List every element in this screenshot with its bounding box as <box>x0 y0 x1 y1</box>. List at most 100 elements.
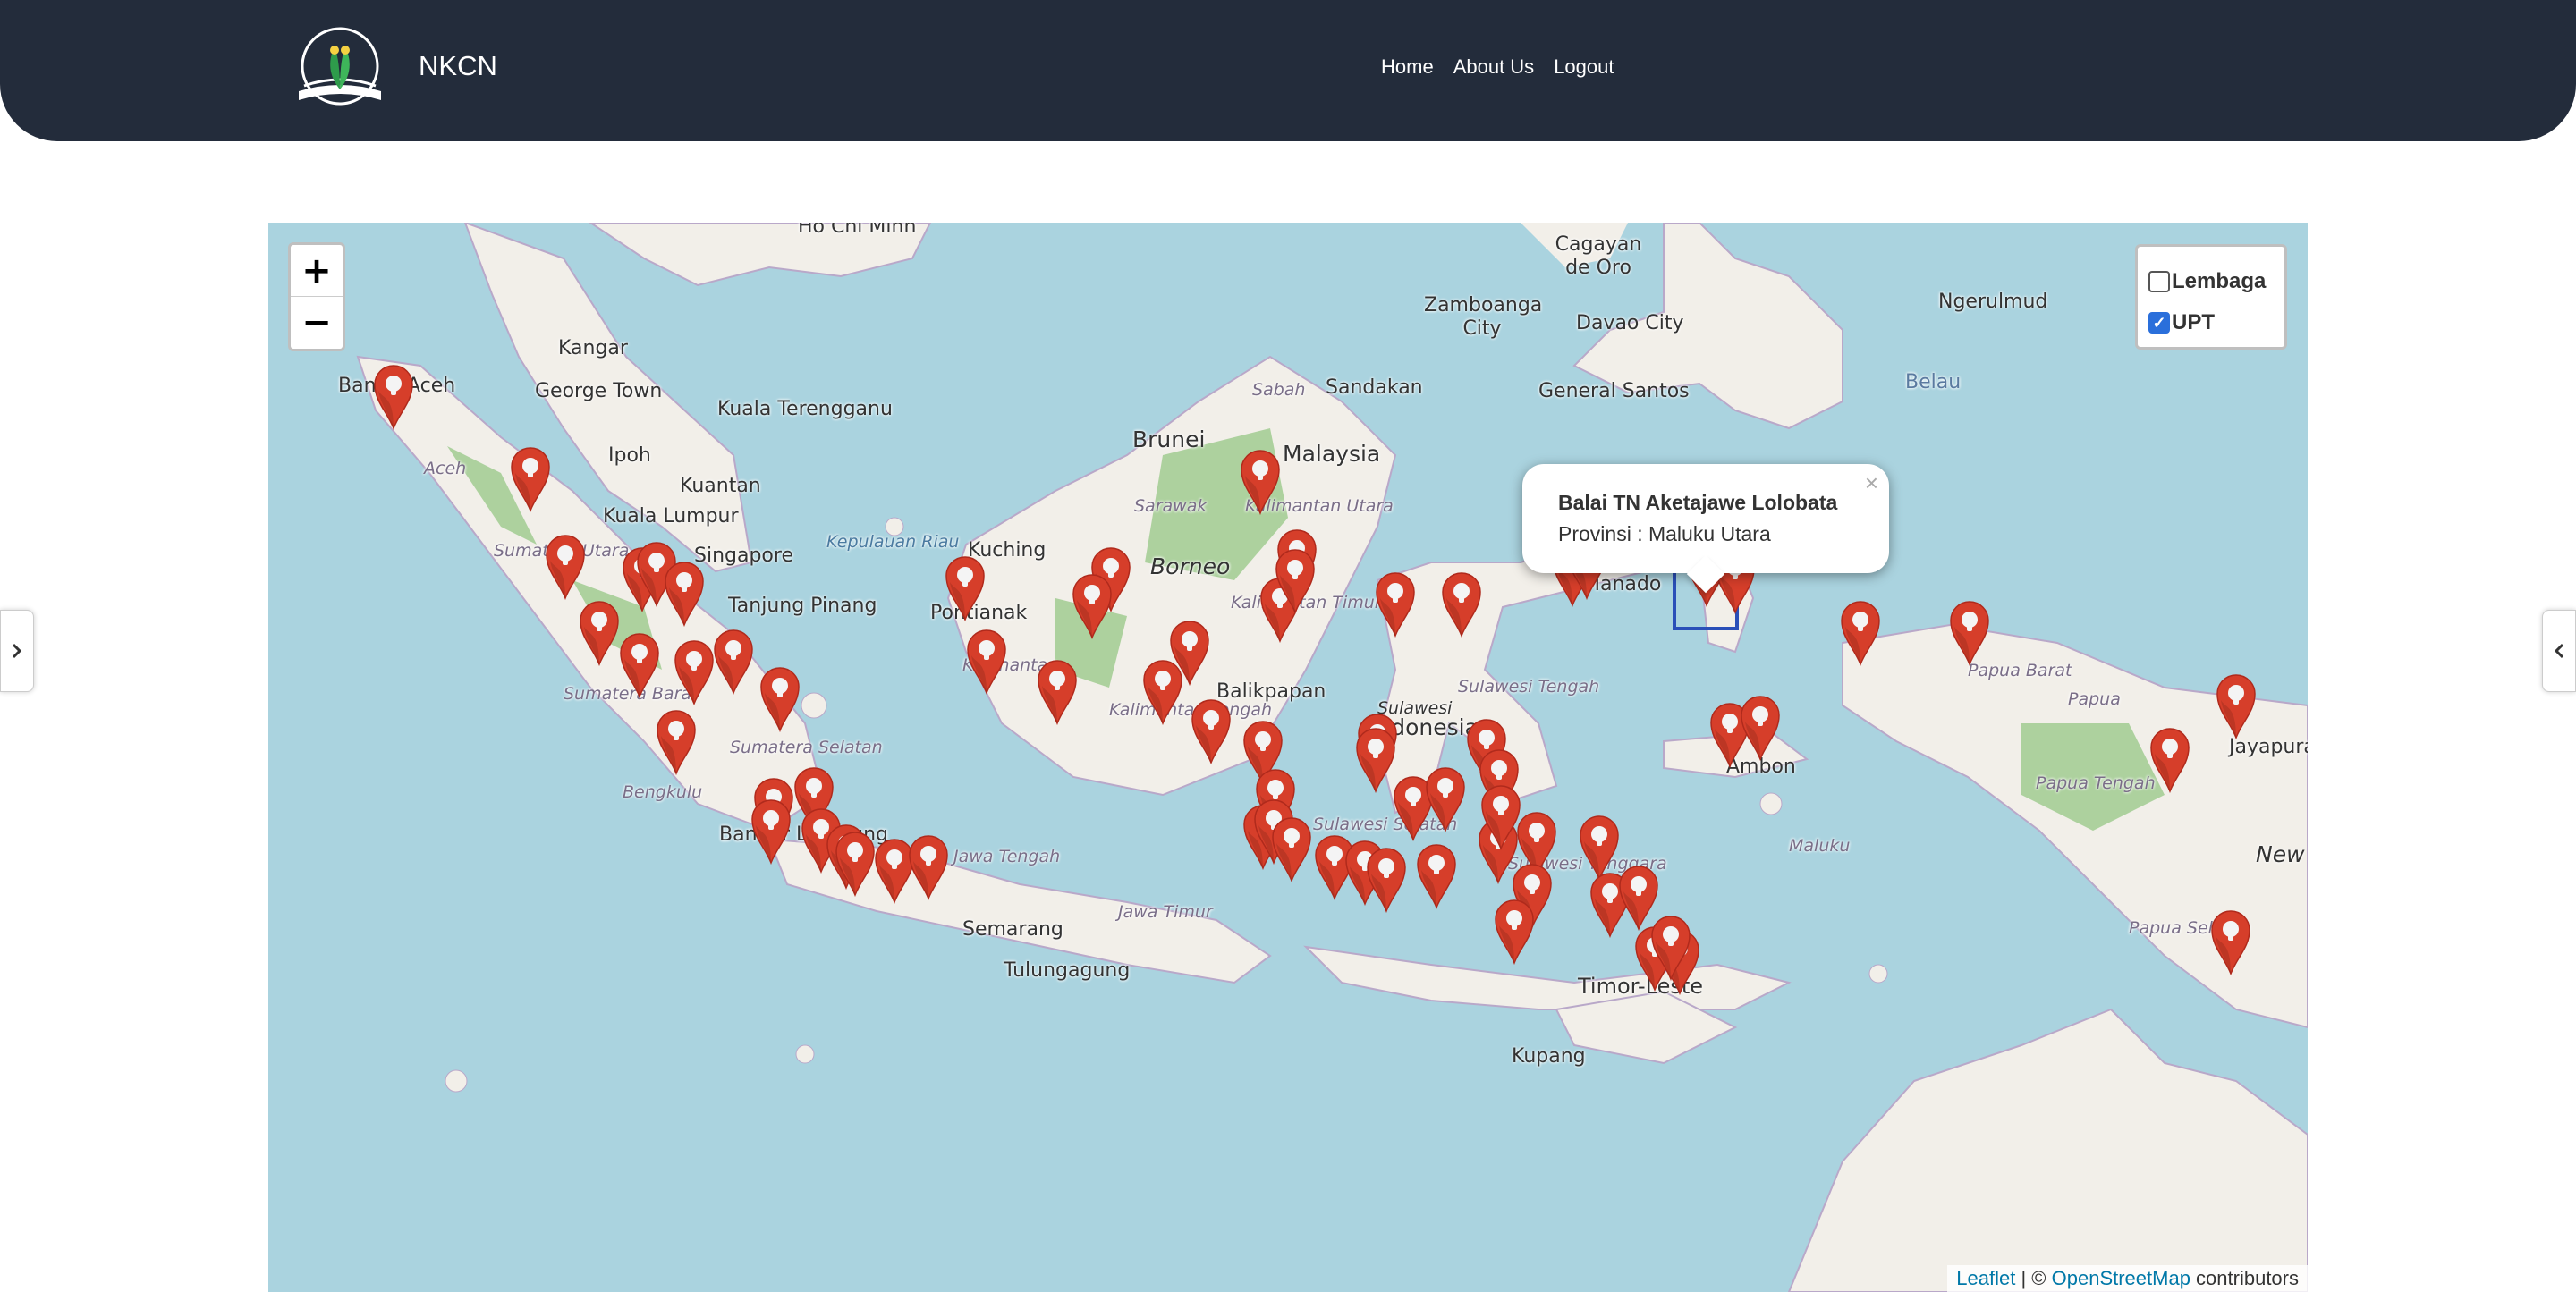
place-label: Jawa Tengah <box>953 847 1061 866</box>
left-panel-toggle[interactable] <box>0 610 34 692</box>
zoom-in-button[interactable]: + <box>291 245 343 297</box>
place-label: Sandakan <box>1326 376 1423 399</box>
map-marker-icon[interactable] <box>749 795 793 865</box>
place-label: Aceh <box>424 459 467 478</box>
place-label: Papua Tengah <box>2036 773 2156 793</box>
place-label: Brunei <box>1132 426 1206 452</box>
upt-checkbox[interactable]: ✓ <box>2148 312 2170 334</box>
place-label: Singapore <box>694 545 793 567</box>
map-marker-icon[interactable] <box>1838 596 1883 666</box>
map-marker-icon[interactable] <box>1648 911 1693 981</box>
map-marker-icon[interactable] <box>1070 570 1114 639</box>
place-label: Kepulauan Riau <box>826 532 960 552</box>
osm-link[interactable]: OpenStreetMap <box>2052 1267 2190 1289</box>
map-marker-icon[interactable] <box>1035 655 1080 725</box>
map-marker-icon[interactable] <box>1238 445 1283 515</box>
place-label: Sarawak <box>1134 496 1208 516</box>
right-panel-toggle[interactable] <box>2542 610 2576 692</box>
nav-logout[interactable]: Logout <box>1554 55 1614 79</box>
leaflet-link[interactable]: Leaflet <box>1956 1267 2015 1289</box>
place-label: Ipoh <box>608 444 651 467</box>
map-marker-icon[interactable] <box>508 443 553 512</box>
map-marker-icon[interactable] <box>711 625 756 695</box>
map-marker-icon[interactable] <box>577 596 622 666</box>
popup-close-button[interactable]: × <box>1865 469 1878 497</box>
map-marker-icon[interactable] <box>654 705 699 775</box>
attribution-separator: | © <box>2015 1267 2052 1289</box>
map-marker-icon[interactable] <box>2148 723 2192 793</box>
place-label: Bengkulu <box>623 782 703 802</box>
brand-name[interactable]: NKCN <box>419 50 497 82</box>
layer-control: Lembaga ✓ UPT <box>2135 244 2287 350</box>
zoom-out-button[interactable]: − <box>291 297 343 349</box>
main-nav: Home About Us Logout <box>1381 55 1614 79</box>
map-marker-icon[interactable] <box>1364 843 1409 913</box>
place-label: Semarang <box>962 918 1063 941</box>
map-marker-icon[interactable] <box>1423 763 1468 832</box>
place-label: Papua <box>2068 689 2121 709</box>
map-marker-icon[interactable] <box>617 629 662 698</box>
map-marker-icon[interactable] <box>758 663 802 732</box>
place-label: Borneo <box>1150 553 1231 579</box>
place-label: Kuala Terengganu <box>717 398 893 420</box>
map-marker-icon[interactable] <box>1738 691 1783 761</box>
attribution-suffix: contributors <box>2190 1267 2299 1289</box>
place-label: Tulungagung <box>1004 959 1131 982</box>
map-marker-icon[interactable] <box>1353 723 1398 793</box>
place-label: George Town <box>535 380 663 402</box>
map-marker-icon[interactable] <box>1414 840 1459 909</box>
map-marker-icon[interactable] <box>906 831 951 900</box>
map-marker-icon[interactable] <box>1269 813 1314 882</box>
app-header: NKCN Home About Us Logout <box>0 0 2576 141</box>
nkcn-logo[interactable] <box>293 27 386 111</box>
chevron-right-icon <box>12 643 22 659</box>
place-label: Tanjung Pinang <box>728 595 877 617</box>
nav-home[interactable]: Home <box>1381 55 1434 79</box>
place-label: Maluku <box>1789 836 1851 856</box>
map-marker-icon[interactable] <box>943 552 987 621</box>
map-marker-icon[interactable] <box>543 530 588 600</box>
lembaga-checkbox[interactable] <box>2148 271 2170 292</box>
layer-label: Lembaga <box>2172 269 2267 293</box>
layer-upt[interactable]: ✓ UPT <box>2148 302 2284 343</box>
chevron-left-icon <box>2554 643 2564 659</box>
place-label: Kupang <box>1512 1045 1586 1068</box>
place-label: General Santos <box>1538 380 1690 402</box>
map-marker-icon[interactable] <box>672 636 716 705</box>
place-label: Sumatera Selatan <box>730 738 883 757</box>
place-label: Kuala Lumpur <box>603 505 739 528</box>
place-label: Malaysia <box>1283 441 1381 467</box>
map-marker-icon[interactable] <box>1189 695 1233 764</box>
map-container[interactable]: Ho Chi Minh Cagayan de Oro Zamboanga Cit… <box>268 223 2308 1292</box>
map-attribution: Leaflet | © OpenStreetMap contributors <box>1947 1265 2308 1292</box>
marker-popup: × Balai TN Aketajawe Lolobata Provinsi :… <box>1522 464 1889 594</box>
map-marker-icon[interactable] <box>1439 568 1484 638</box>
layer-label: UPT <box>2172 310 2215 334</box>
place-label: Davao City <box>1576 312 1684 334</box>
map-marker-icon[interactable] <box>964 625 1009 695</box>
layer-lembaga[interactable]: Lembaga <box>2148 261 2284 302</box>
zoom-control: + − <box>288 242 345 351</box>
map-marker-icon[interactable] <box>2214 670 2258 739</box>
map-marker-icon[interactable] <box>1373 568 1418 638</box>
place-label: Sulawesi Tengah <box>1458 677 1600 697</box>
map-marker-icon[interactable] <box>1947 596 1992 666</box>
map-marker-icon[interactable] <box>2208 906 2253 975</box>
map-marker-icon[interactable] <box>1492 895 1537 965</box>
place-label: Cagayan de Oro <box>1555 233 1642 279</box>
place-label: Sabah <box>1252 380 1306 400</box>
popup-subtitle: Provinsi : Maluku Utara <box>1558 522 1771 545</box>
map-marker-icon[interactable] <box>1273 545 1318 614</box>
place-label: New Guinea <box>2256 841 2308 867</box>
popup-title: Balai TN Aketajawe Lolobata <box>1558 491 1838 514</box>
map-marker-icon[interactable] <box>662 557 707 627</box>
map-marker-icon[interactable] <box>833 827 877 897</box>
place-label: Kuantan <box>680 475 761 497</box>
place-label: Jawa Timur <box>1118 902 1213 922</box>
place-label: Zamboanga City <box>1424 294 1543 340</box>
nav-about-us[interactable]: About Us <box>1453 55 1535 79</box>
map-marker-icon[interactable] <box>1167 616 1212 686</box>
map-marker-icon[interactable] <box>371 360 416 430</box>
map-marker-icon[interactable] <box>1479 781 1523 850</box>
place-label: Kangar <box>558 337 628 359</box>
